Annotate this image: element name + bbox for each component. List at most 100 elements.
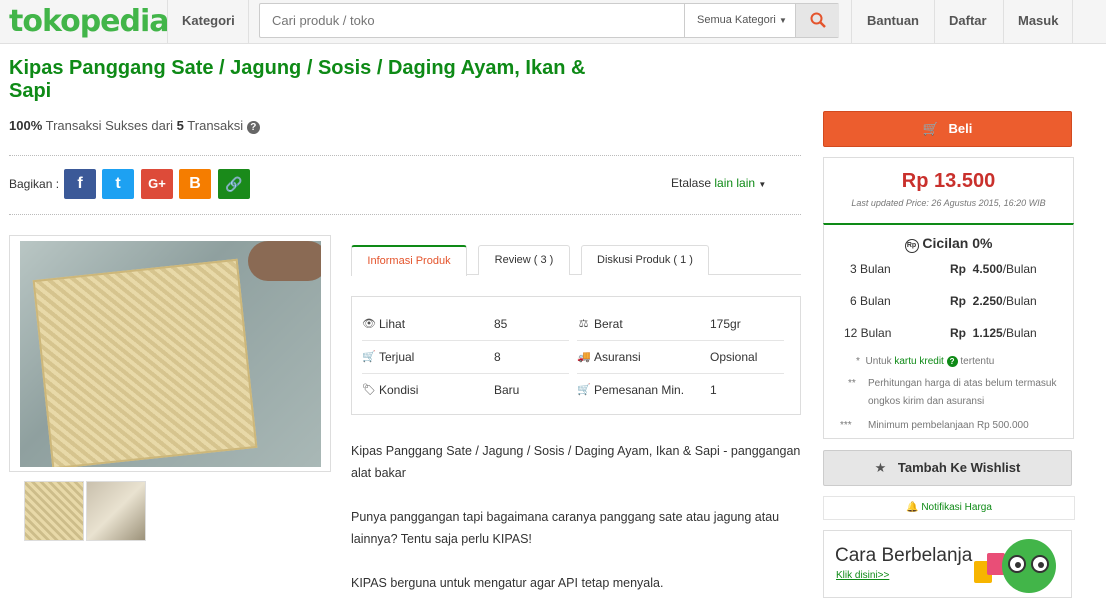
bell-icon: 🔔: [906, 502, 919, 513]
lihat-label: Lihat: [379, 317, 406, 331]
category-select[interactable]: Semua Kategori ▼: [684, 4, 795, 37]
kartu-kredit-link[interactable]: kartu kredit: [894, 356, 943, 367]
cart-icon: 🛒: [577, 384, 591, 396]
tx-text: Transaksi Sukses dari: [45, 118, 174, 133]
daftar-link[interactable]: Daftar: [949, 13, 987, 28]
divider: [934, 0, 935, 44]
tx-text-end: Transaksi: [187, 118, 244, 133]
price-box: Rp 13.500 Last updated Price: 26 Agustus…: [823, 157, 1074, 223]
twitter-share-icon[interactable]: t: [102, 169, 134, 199]
woven-fan-image: [32, 258, 258, 467]
help-icon[interactable]: ?: [946, 356, 958, 367]
googleplus-share-icon[interactable]: G+: [141, 169, 173, 199]
product-info-table: 👁 Lihat 85 🛒 Terjual 8 🏷 Kondisi Baru ⚖ …: [351, 296, 801, 415]
asuransi-value: Opsional: [710, 350, 758, 364]
lihat-value: 85: [494, 317, 508, 331]
tab-informasi-produk[interactable]: Informasi Produk: [351, 245, 467, 276]
divider: [362, 373, 569, 374]
cicilan-unit: /Bulan: [1002, 326, 1037, 340]
cara-berbelanja-banner[interactable]: Cara Berbelanja Klik disini>>: [823, 530, 1072, 598]
hand-image: [248, 241, 321, 281]
product-description: Kipas Panggang Sate / Jagung / Sosis / D…: [351, 440, 801, 616]
tx-count: 5: [176, 118, 184, 133]
banner-link[interactable]: Klik disini>>: [836, 570, 889, 581]
cicilan-note-1: * Untuk kartu kredit ? tertentu: [856, 353, 1066, 371]
description-paragraph: Punya panggangan tapi bagaimana caranya …: [351, 510, 780, 546]
cicilan-term: 12 Bulan: [844, 326, 892, 340]
cicilan-value: 4.500: [972, 262, 1003, 276]
kondisi-label: Kondisi: [379, 383, 419, 397]
banner-title: Cara Berbelanja: [835, 545, 973, 566]
product-main-image[interactable]: [20, 241, 321, 467]
kondisi-value: Baru: [494, 383, 520, 397]
product-title: Kipas Panggang Sate / Jagung / Sosis / D…: [9, 57, 586, 102]
description-paragraph: Kipas Panggang Sate / Jagung / Sosis / D…: [351, 444, 801, 480]
owl-eye: [1008, 555, 1026, 573]
divider: [9, 155, 801, 156]
divider: [577, 340, 784, 341]
truck-icon: 🚚: [577, 351, 591, 363]
cicilan-term: 3 Bulan: [850, 262, 891, 276]
description-paragraph: KIPAS berguna untuk mengatur agar API te…: [351, 576, 664, 590]
tab-diskusi-produk[interactable]: Diskusi Produk ( 1 ): [581, 245, 709, 275]
beli-label: Beli: [948, 121, 973, 136]
notifikasi-harga-button[interactable]: 🔔 Notifikasi Harga: [823, 496, 1075, 520]
currency: Rp: [950, 262, 966, 276]
blogger-share-icon[interactable]: B: [179, 169, 211, 199]
tag-icon: 🏷: [362, 384, 376, 396]
search-input[interactable]: [260, 4, 684, 37]
berat-label: Berat: [594, 317, 623, 331]
bantuan-link[interactable]: Bantuan: [867, 13, 919, 28]
note-text: tertentu: [960, 356, 995, 367]
berat-value: 175gr: [710, 317, 741, 331]
etalase[interactable]: Etalase lain lain ▼: [671, 176, 766, 190]
etalase-label: Etalase: [671, 176, 712, 190]
cicilan-label: Cicilan 0%: [922, 235, 993, 251]
asuransi-label: Asuransi: [594, 350, 641, 364]
cicilan-unit: /Bulan: [1002, 262, 1037, 276]
tokopedia-logo[interactable]: tokopedia: [9, 4, 170, 39]
tab-review[interactable]: Review ( 3 ): [478, 245, 570, 275]
wishlist-button[interactable]: ★ Tambah Ke Wishlist: [823, 450, 1072, 486]
product-thumbnail-1[interactable]: [24, 481, 84, 541]
etalase-value[interactable]: lain lain: [714, 176, 755, 190]
product-thumbnail-2[interactable]: [86, 481, 146, 541]
facebook-share-icon[interactable]: f: [64, 169, 96, 199]
cart-icon: 🛒: [362, 351, 376, 363]
divider: [9, 214, 801, 215]
transaction-summary: 100% Transaksi Sukses dari 5 Transaksi ?: [9, 118, 260, 134]
divider: [851, 0, 852, 44]
search-icon: [810, 12, 826, 28]
caret-down-icon: ▼: [758, 180, 767, 189]
pemesanan-value: 1: [710, 383, 717, 397]
divider: [167, 0, 168, 44]
note-text: Untuk: [865, 356, 892, 367]
asterisk: **: [848, 378, 856, 389]
last-updated-price: Last updated Price: 26 Agustus 2015, 16:…: [851, 198, 1046, 208]
beli-button[interactable]: 🛒 Beli: [823, 111, 1072, 147]
cicilan-box: Rp Cicilan 0% 3 Bulan Rp 4.500/Bulan 6 B…: [823, 223, 1074, 439]
product-price: Rp 13.500: [901, 170, 996, 192]
divider: [248, 0, 249, 44]
notifikasi-label: Notifikasi Harga: [921, 502, 992, 513]
cicilan-value: 1.125: [972, 326, 1003, 340]
pemesanan-label: Pemesanan Min.: [594, 383, 685, 397]
link-share-icon[interactable]: 🔗: [218, 169, 250, 199]
wishlist-label: Tambah Ke Wishlist: [897, 460, 1021, 475]
divider: [577, 373, 784, 374]
product-image-frame: [9, 235, 331, 472]
rupiah-icon: Rp: [904, 239, 919, 253]
cicilan-value: 2.250: [972, 294, 1003, 308]
toped-owl-mascot: [1002, 539, 1056, 593]
help-icon[interactable]: ?: [246, 121, 260, 134]
search-button[interactable]: [795, 4, 839, 37]
divider: [1003, 0, 1004, 44]
cicilan-amount: Rp 4.500/Bulan: [950, 262, 1037, 276]
divider: [362, 340, 569, 341]
category-select-label: Semua Kategori: [697, 14, 776, 26]
kategori-menu[interactable]: Kategori: [182, 13, 235, 28]
search-bar: Semua Kategori ▼: [259, 3, 839, 38]
cicilan-amount: Rp 2.250/Bulan: [950, 294, 1037, 308]
asterisk: *: [856, 356, 860, 367]
masuk-link[interactable]: Masuk: [1018, 13, 1058, 28]
